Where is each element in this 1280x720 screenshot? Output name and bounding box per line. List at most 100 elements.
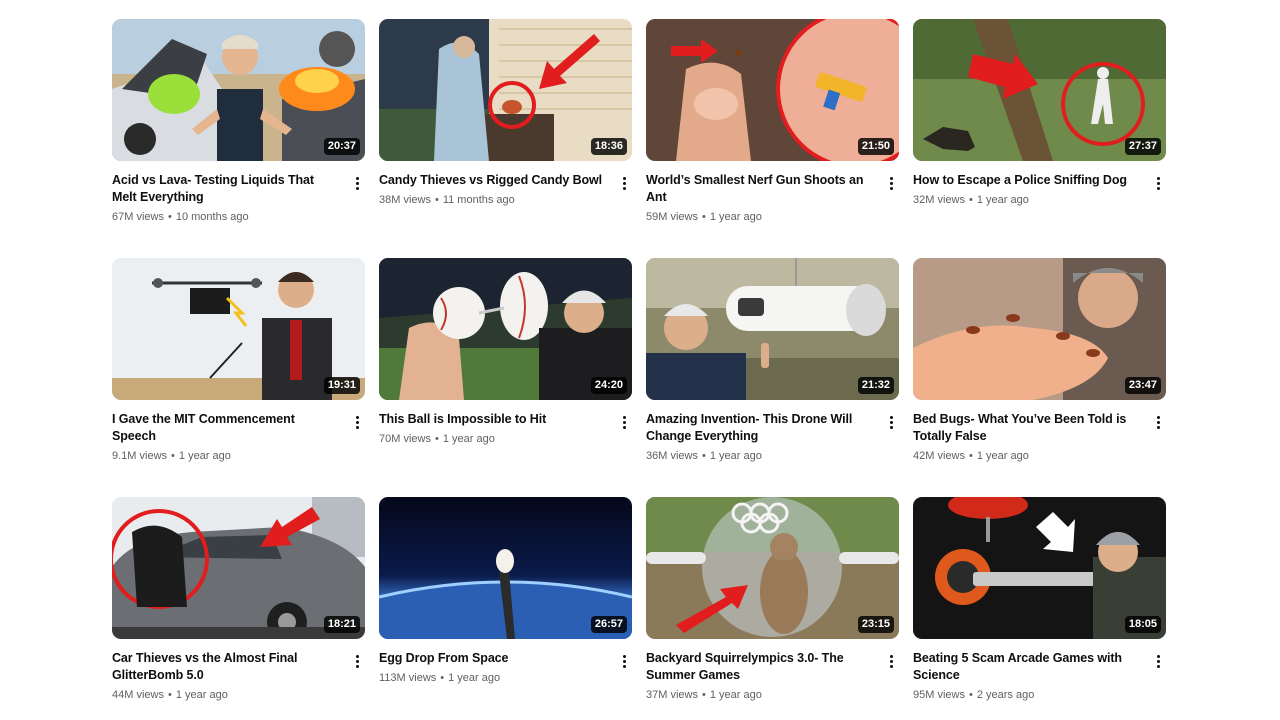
separator-dot: •: [171, 450, 175, 462]
video-duration: 26:57: [590, 616, 627, 633]
video-duration: 24:20: [590, 377, 627, 394]
video-thumbnail[interactable]: 23:15: [646, 497, 899, 639]
video-thumbnail[interactable]: 26:57: [379, 497, 632, 639]
more-actions-icon[interactable]: [1150, 652, 1166, 670]
video-card[interactable]: 23:47 Bed Bugs- What You’ve Been Told is…: [913, 258, 1166, 497]
separator-dot: •: [167, 689, 172, 701]
video-title[interactable]: I Gave the MIT Commencement Speech: [112, 411, 339, 445]
video-meta: I Gave the MIT Commencement Speech 9.1M …: [112, 400, 365, 464]
upload-age: 1 year ago: [709, 689, 762, 701]
more-actions-icon[interactable]: [883, 652, 899, 670]
video-card[interactable]: 21:32 Amazing Invention- This Drone Will…: [646, 258, 899, 497]
video-duration: 23:15: [857, 616, 894, 633]
more-actions-icon[interactable]: [616, 174, 632, 192]
video-duration: 18:05: [1124, 616, 1161, 633]
video-thumbnail[interactable]: 21:32: [646, 258, 899, 400]
video-title[interactable]: Amazing Invention- This Drone Will Chang…: [646, 411, 873, 445]
separator-dot: •: [968, 689, 973, 701]
more-actions-icon[interactable]: [883, 174, 899, 192]
video-title[interactable]: Bed Bugs- What You’ve Been Told is Total…: [913, 411, 1140, 445]
view-count: 42M views: [913, 450, 965, 462]
video-meta: This Ball is Impossible to Hit 70M views…: [379, 400, 632, 447]
video-duration: 18:21: [323, 616, 360, 633]
video-thumbnail[interactable]: 27:37: [913, 19, 1166, 161]
video-card[interactable]: 19:31 I Gave the MIT Commencement Speech…: [112, 258, 365, 497]
video-duration: 21:32: [857, 377, 894, 394]
more-actions-icon[interactable]: [616, 652, 632, 670]
video-title[interactable]: This Ball is Impossible to Hit: [379, 411, 606, 428]
separator-dot: •: [701, 689, 706, 701]
video-title[interactable]: How to Escape a Police Sniffing Dog: [913, 172, 1140, 189]
video-stats: 113M views • 1 year ago: [379, 671, 606, 686]
view-count: 113M views: [379, 672, 437, 684]
video-meta: Beating 5 Scam Arcade Games with Science…: [913, 639, 1166, 703]
view-count: 70M views: [379, 433, 431, 445]
more-actions-icon[interactable]: [1150, 413, 1166, 431]
video-thumbnail[interactable]: 19:31: [112, 258, 365, 400]
view-count: 67M views: [112, 211, 164, 223]
video-card[interactable]: 18:36 Candy Thieves vs Rigged Candy Bowl…: [379, 19, 632, 258]
video-duration: 21:50: [857, 138, 894, 155]
video-stats: 95M views • 2 years ago: [913, 688, 1140, 703]
video-meta: Candy Thieves vs Rigged Candy Bowl 38M v…: [379, 161, 632, 208]
video-stats: 70M views • 1 year ago: [379, 432, 606, 447]
video-thumbnail[interactable]: 18:36: [379, 19, 632, 161]
video-stats: 9.1M views • 1 year ago: [112, 449, 339, 464]
video-stats: 37M views • 1 year ago: [646, 688, 873, 703]
separator-dot: •: [968, 194, 973, 206]
video-card[interactable]: 18:21 Car Thieves vs the Almost Final Gl…: [112, 497, 365, 719]
video-grid: 20:37 Acid vs Lava- Testing Liquids That…: [112, 19, 1166, 719]
video-meta: Backyard Squirrelympics 3.0- The Summer …: [646, 639, 899, 703]
upload-age: 1 year ago: [175, 689, 228, 701]
video-card[interactable]: 21:50 World’s Smallest Nerf Gun Shoots a…: [646, 19, 899, 258]
video-meta: Acid vs Lava- Testing Liquids That Melt …: [112, 161, 365, 225]
more-actions-icon[interactable]: [1150, 174, 1166, 192]
video-title[interactable]: Acid vs Lava- Testing Liquids That Melt …: [112, 172, 339, 206]
video-card[interactable]: 18:05 Beating 5 Scam Arcade Games with S…: [913, 497, 1166, 719]
upload-age: 11 months ago: [442, 194, 515, 206]
video-thumbnail[interactable]: 23:47: [913, 258, 1166, 400]
view-count: 38M views: [379, 194, 431, 206]
video-card[interactable]: 27:37 How to Escape a Police Sniffing Do…: [913, 19, 1166, 258]
more-actions-icon[interactable]: [349, 174, 365, 192]
video-thumbnail[interactable]: 21:50: [646, 19, 899, 161]
video-thumbnail[interactable]: 24:20: [379, 258, 632, 400]
upload-age: 1 year ago: [709, 450, 762, 462]
video-card[interactable]: 26:57 Egg Drop From Space 113M views • 1 y…: [379, 497, 632, 719]
upload-age: 1 year ago: [178, 450, 231, 462]
video-stats: 42M views • 1 year ago: [913, 449, 1140, 464]
video-card[interactable]: 20:37 Acid vs Lava- Testing Liquids That…: [112, 19, 365, 258]
more-actions-icon[interactable]: [349, 652, 365, 670]
video-meta: Amazing Invention- This Drone Will Chang…: [646, 400, 899, 464]
video-stats: 38M views • 11 months ago: [379, 193, 606, 208]
video-thumbnail[interactable]: 20:37: [112, 19, 365, 161]
view-count: 32M views: [913, 194, 965, 206]
video-card[interactable]: 23:15 Backyard Squirrelympics 3.0- The S…: [646, 497, 899, 719]
separator-dot: •: [968, 450, 973, 462]
view-count: 95M views: [913, 689, 965, 701]
more-actions-icon[interactable]: [883, 413, 899, 431]
video-duration: 20:37: [323, 138, 360, 155]
video-title[interactable]: Egg Drop From Space: [379, 650, 606, 667]
video-title[interactable]: Car Thieves vs the Almost Final GlitterB…: [112, 650, 339, 684]
video-meta: World’s Smallest Nerf Gun Shoots an Ant …: [646, 161, 899, 225]
video-title[interactable]: Backyard Squirrelympics 3.0- The Summer …: [646, 650, 873, 684]
separator-dot: •: [701, 450, 706, 462]
video-duration: 27:37: [1124, 138, 1161, 155]
video-meta: How to Escape a Police Sniffing Dog 32M …: [913, 161, 1166, 208]
video-title[interactable]: World’s Smallest Nerf Gun Shoots an Ant: [646, 172, 873, 206]
more-actions-icon[interactable]: [616, 413, 632, 431]
video-stats: 32M views • 1 year ago: [913, 193, 1140, 208]
view-count: 36M views: [646, 450, 698, 462]
video-thumbnail[interactable]: 18:05: [913, 497, 1166, 639]
separator-dot: •: [434, 433, 439, 445]
video-thumbnail[interactable]: 18:21: [112, 497, 365, 639]
video-duration: 19:31: [323, 377, 360, 394]
upload-age: 1 year ago: [709, 211, 762, 223]
more-actions-icon[interactable]: [349, 413, 365, 431]
view-count: 59M views: [646, 211, 698, 223]
video-card[interactable]: 24:20 This Ball is Impossible to Hit 70M…: [379, 258, 632, 497]
view-count: 44M views: [112, 689, 164, 701]
video-title[interactable]: Beating 5 Scam Arcade Games with Science: [913, 650, 1140, 684]
video-title[interactable]: Candy Thieves vs Rigged Candy Bowl: [379, 172, 606, 189]
